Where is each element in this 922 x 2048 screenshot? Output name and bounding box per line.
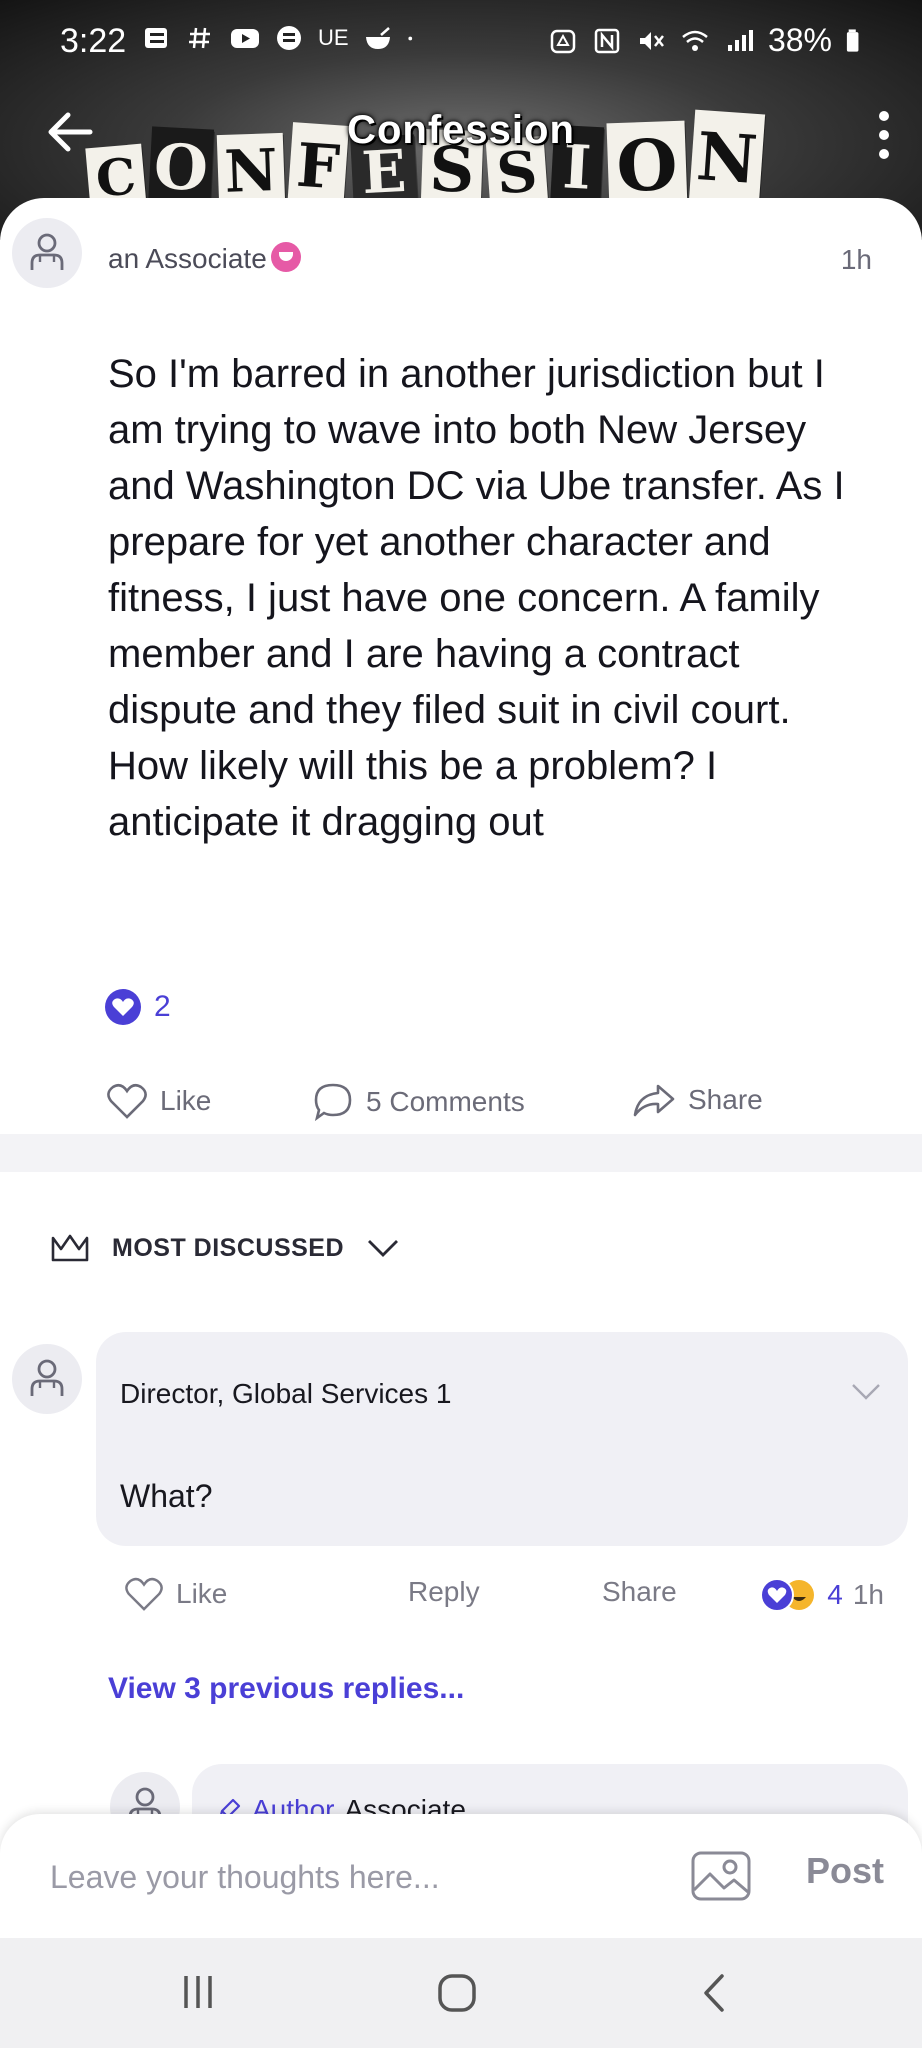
share-icon [633,1084,675,1117]
comment-bubble: Director, Global Services 1 What? [96,1332,908,1546]
image-icon[interactable] [690,1850,752,1902]
recycle-icon [550,29,576,53]
home-icon[interactable] [436,1972,478,2014]
post-button[interactable]: Post [806,1850,884,1892]
battery-icon [846,28,859,52]
youtube-icon [231,29,259,48]
comment-author[interactable]: Director, Global Services 1 [120,1378,451,1410]
comment-reactions[interactable]: 4 1h [759,1576,884,1614]
section-divider [0,1134,922,1172]
like-label: Like [160,1085,212,1116]
signal-icon [727,29,753,51]
heart-reaction-icon [105,989,141,1025]
hashtag-icon [189,27,210,49]
more-vertical-icon[interactable] [874,108,894,162]
comments-button[interactable]: 5 Comments [312,1082,525,1122]
post-body: So I'm barred in another jurisdiction bu… [108,352,845,844]
nfc-icon [594,28,620,53]
comment-share-button[interactable]: Share [602,1576,677,1608]
comment-like-label: Like [176,1578,228,1609]
comment-input-bar: Post [0,1814,922,1938]
avatar[interactable] [12,1344,82,1414]
share-label: Share [688,1084,763,1115]
mute-icon [639,31,664,50]
notes-icon [145,28,167,48]
recent-apps-icon[interactable] [178,1972,218,2012]
reply-button[interactable]: Reply [408,1576,480,1608]
comment-actions: Like Reply Share 4 1h [124,1576,894,1620]
crown-icon [51,1234,89,1262]
post-author[interactable]: an Associate [108,242,301,275]
comment-time: 1h [852,1579,884,1610]
battery-percent: 38% [767,22,832,58]
back-icon[interactable] [700,1972,730,2014]
post-author-name: an Associate [108,243,267,274]
heart-outline-icon [107,1083,147,1119]
sort-dropdown[interactable]: MOST DISCUSSED [50,1232,400,1264]
arrow-left-icon[interactable] [44,106,96,158]
post-sheet: an Associate 1h So I'm barred in another… [0,198,922,1938]
comment-text: What? [120,1478,213,1514]
sort-label: MOST DISCUSSED [112,1233,345,1262]
avatar[interactable] [12,218,82,288]
status-left-icons: UE [142,24,421,52]
view-previous-replies-link[interactable]: View 3 previous replies... [108,1672,464,1706]
post-reaction-count: 2 [154,990,171,1023]
comments-label: 5 Comments [366,1086,525,1117]
system-nav-bar [0,1938,922,2048]
comment-icon [314,1083,352,1122]
post-time: 1h [840,244,872,275]
post-actions: Like 5 Comments Share [106,1082,826,1122]
status-time: 3:22 [60,22,127,60]
like-button[interactable]: Like [106,1082,211,1120]
rice-bowl-icon [365,27,390,49]
status-bar: 3:22 UE 38% [0,0,922,84]
chevron-down-icon[interactable] [850,1382,882,1402]
user-icon [30,233,64,270]
page-title: Confession [347,108,575,152]
comment-like-button[interactable]: Like [124,1576,227,1612]
post-reactions[interactable]: 2 [104,988,171,1026]
reply-label: Reply [408,1576,480,1607]
user-icon [30,1359,64,1396]
comment-input[interactable] [48,1846,652,1908]
wifi-icon [682,30,708,51]
chevron-down-icon [368,1240,399,1257]
ue-label: UE [318,25,349,50]
dot-icon [407,36,412,41]
message-icon [277,26,301,50]
coffee-badge-icon [270,242,301,272]
comment-share-label: Share [602,1576,677,1607]
status-right-icons: 38% [548,22,862,59]
heart-outline-icon [125,1577,163,1611]
heart-laugh-reaction-icon [760,1578,815,1612]
comment-reaction-count: 4 [827,1579,843,1610]
share-button[interactable]: Share [632,1082,763,1118]
